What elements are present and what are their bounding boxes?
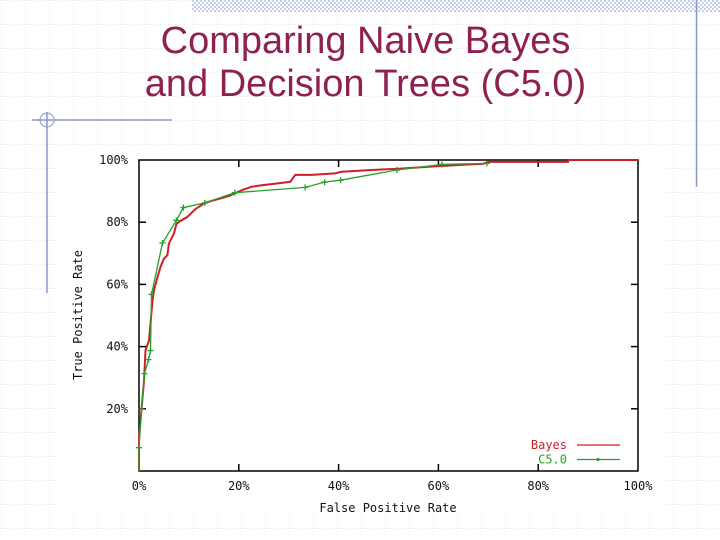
data-point-c50	[321, 179, 328, 186]
x-tick-label: 0%	[132, 479, 147, 493]
x-tick-label: 100%	[624, 479, 654, 493]
x-axis-title: False Positive Rate	[319, 501, 456, 515]
legend-label-c50: C5.0	[538, 453, 567, 467]
data-point-c50	[145, 356, 152, 363]
legend-swatch-marker	[596, 457, 600, 462]
data-point-c50	[141, 370, 148, 377]
data-point-c50	[302, 184, 309, 191]
plot-frame	[138, 159, 639, 472]
data-point-c50	[136, 444, 142, 451]
plot-frame-group	[138, 159, 639, 472]
series-line-c50	[138, 162, 487, 471]
x-tick-label: 60%	[428, 479, 450, 493]
y-tick-label: 60%	[106, 277, 128, 291]
series-line-bayes	[138, 159, 638, 471]
data-point-c50	[337, 177, 344, 184]
x-tick-label: 40%	[328, 479, 350, 493]
legend-label-bayes: Bayes	[531, 438, 567, 452]
roc-chart: 0% 20% 40% 60% 80% 100% 20% 40% 60% 80% 100% False …	[71, 153, 654, 515]
legend: BayesC5.0	[531, 438, 620, 467]
data-point-c50	[147, 347, 154, 354]
data-point-c50	[159, 240, 166, 247]
y-axis-title: True Positive Rate	[71, 250, 85, 380]
data-point-c50	[180, 204, 187, 211]
y-tick-label: 40%	[106, 340, 128, 354]
x-tick-label: 80%	[527, 479, 549, 493]
series-group	[136, 159, 638, 471]
y-tick-label: 80%	[106, 215, 128, 229]
y-tick-label: 100%	[99, 153, 129, 167]
y-tick-label: 20%	[106, 402, 128, 416]
x-tick-label: 20%	[228, 479, 250, 493]
